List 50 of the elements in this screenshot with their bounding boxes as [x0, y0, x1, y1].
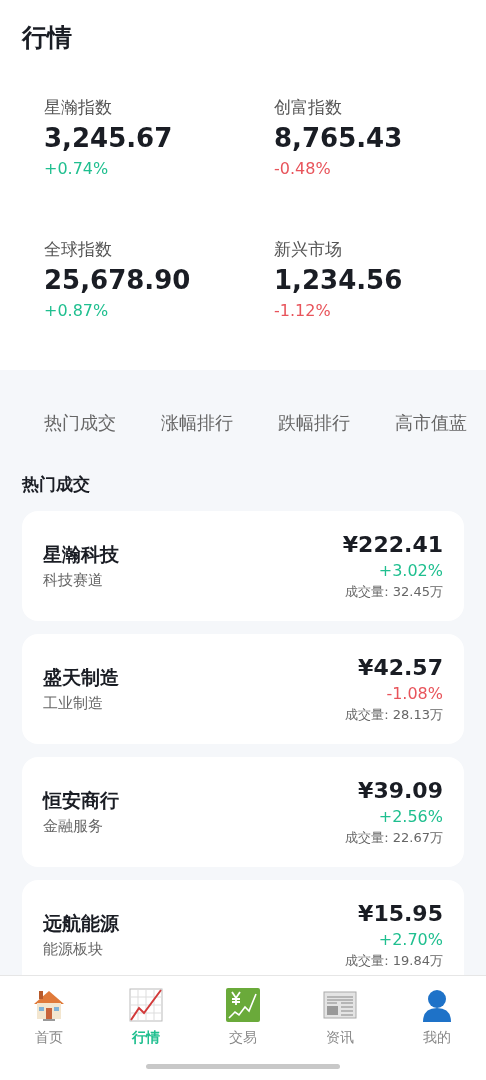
stock-change: +2.56% [378, 806, 443, 828]
stock-change: +3.02% [378, 560, 443, 582]
index-change: +0.74% [44, 158, 110, 180]
stock-volume: 成交量: 32.45万 [345, 583, 443, 601]
nav-tab[interactable]: 交易 [194, 987, 292, 1047]
index-name: 创富指数 [274, 96, 343, 119]
stock-name: 恒安商行 [43, 788, 119, 813]
stock-volume: 成交量: 19.84万 [345, 952, 443, 970]
index-name: 新兴市场 [274, 238, 343, 261]
stock-sector: 工业制造 [43, 693, 104, 714]
category-tab[interactable]: 涨幅排行 [161, 408, 233, 438]
stock-name: 盛天制造 [43, 665, 119, 690]
nav-tab[interactable]: 我的 [388, 987, 486, 1047]
stock-name: 星瀚科技 [43, 542, 119, 567]
index-change: +0.87% [44, 300, 110, 322]
stock-price: ¥15.95 [358, 900, 443, 928]
index-name: 全球指数 [44, 238, 113, 261]
stock-sector: 能源板块 [43, 939, 104, 960]
stock-sector: 金融服务 [43, 816, 104, 837]
category-tab[interactable]: 热门成交 [44, 408, 116, 438]
page-title: 行情 [22, 22, 73, 54]
stock-card[interactable]: 恒安商行 金融服务 ¥39.09 +2.56% 成交量: 22.67万 [22, 757, 464, 867]
stock-price: ¥222.41 [342, 531, 443, 559]
index-value: 3,245.67 [44, 122, 174, 155]
stock-change: +2.70% [378, 929, 443, 951]
stock-price: ¥42.57 [358, 654, 443, 682]
index-value: 8,765.43 [274, 122, 404, 155]
line-chart-icon [128, 988, 163, 1022]
category-tab[interactable]: 高市值蓝 [395, 408, 467, 438]
yen-chart-icon [226, 988, 260, 1022]
index-name: 星瀚指数 [44, 96, 113, 119]
category-tab[interactable]: 跌幅排行 [278, 408, 350, 438]
stock-card[interactable]: 星瀚科技 科技赛道 ¥222.41 +3.02% 成交量: 32.45万 [22, 511, 464, 621]
index-value: 25,678.90 [44, 264, 192, 297]
person-icon [421, 988, 454, 1022]
stock-name: 远航能源 [43, 911, 119, 936]
newspaper-icon [323, 990, 358, 1020]
index-change: -0.48% [274, 158, 332, 180]
stock-card[interactable]: 盛天制造 工业制造 ¥42.57 -1.08% 成交量: 28.13万 [22, 634, 464, 744]
stock-sector: 科技赛道 [43, 570, 104, 591]
nav-tab[interactable]: 资讯 [291, 987, 389, 1047]
section-title: 热门成交 [21, 473, 91, 496]
stock-card[interactable]: 远航能源 能源板块 ¥15.95 +2.70% 成交量: 19.84万 [22, 880, 464, 975]
nav-tab[interactable]: 首页 [0, 987, 98, 1047]
index-value: 1,234.56 [274, 264, 404, 297]
index-change: -1.12% [274, 300, 332, 322]
stock-volume: 成交量: 22.67万 [345, 829, 443, 847]
stock-change: -1.08% [386, 683, 443, 705]
stock-volume: 成交量: 28.13万 [345, 706, 443, 724]
stock-price: ¥39.09 [358, 777, 443, 805]
